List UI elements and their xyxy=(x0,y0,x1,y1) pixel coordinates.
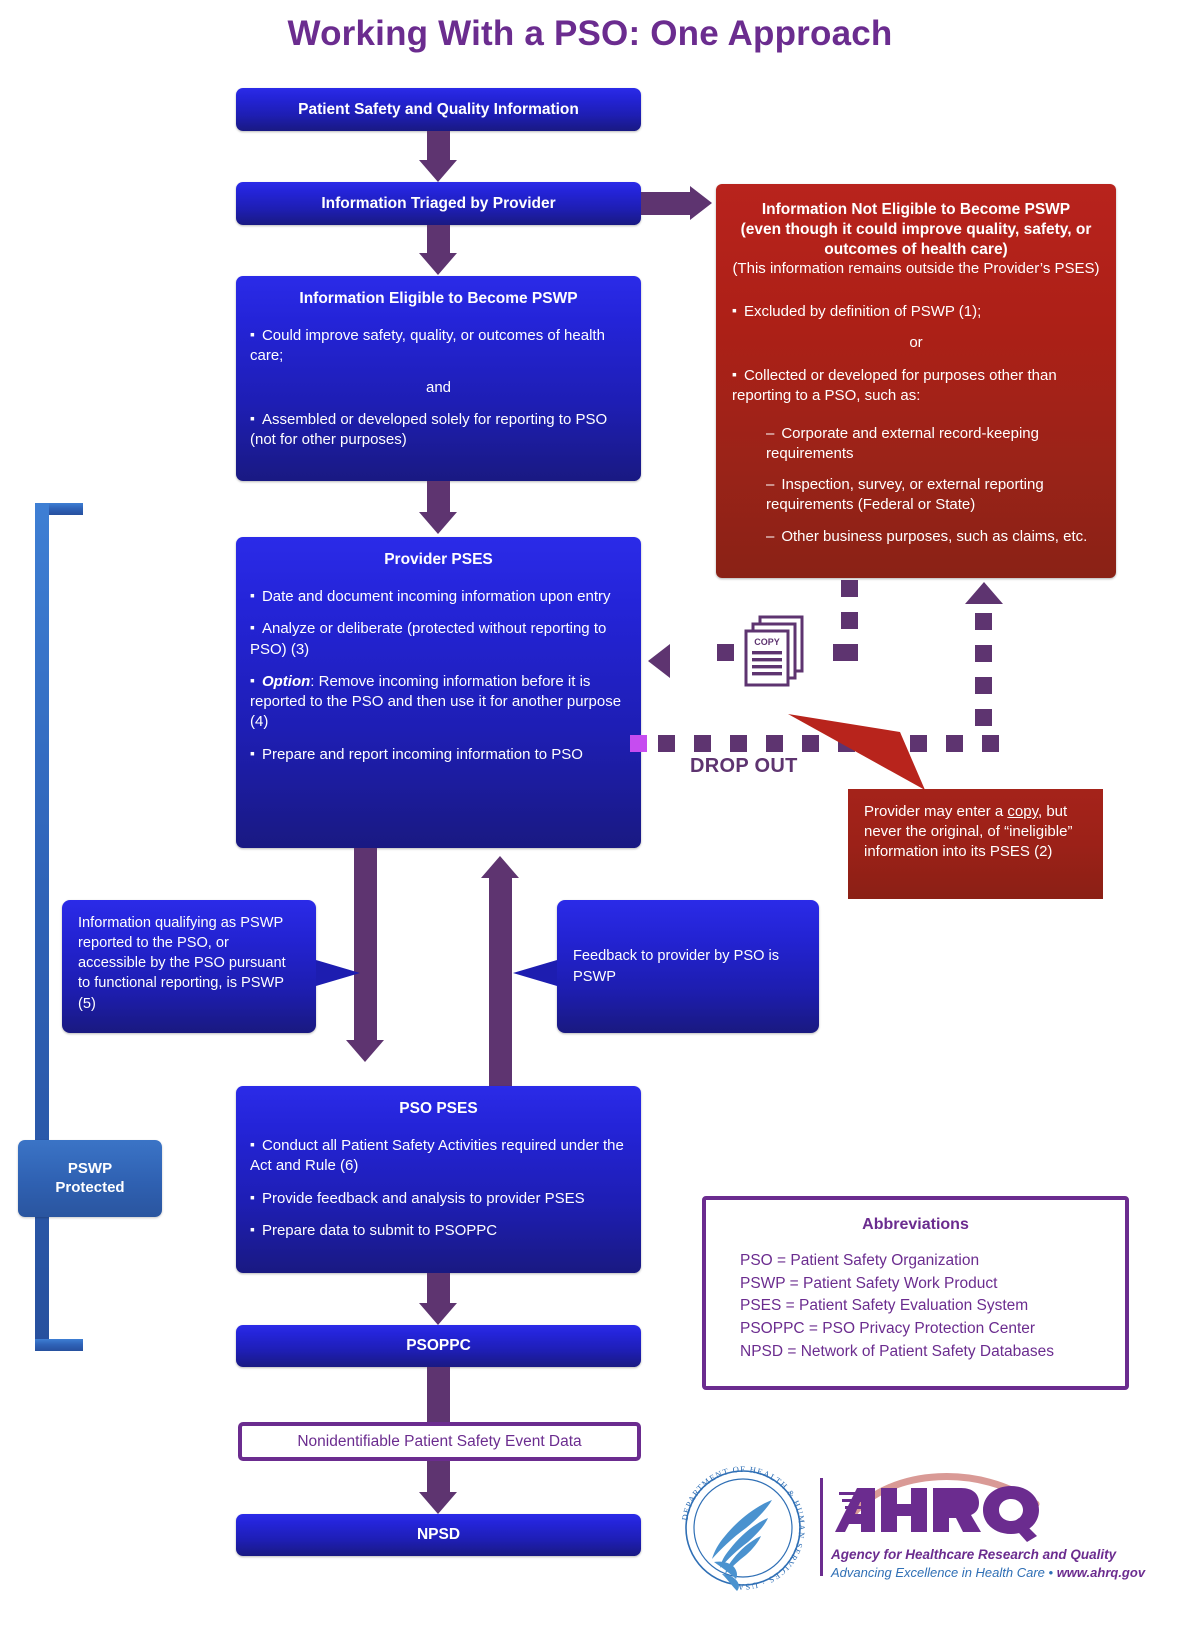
pso-pses-bullet-3: Prepare data to submit to PSOPPC xyxy=(250,1220,627,1241)
copy-path-dot-m2 xyxy=(841,612,858,629)
node-patient-safety-info-label: Patient Safety and Quality Information xyxy=(298,100,579,118)
eligible-conjunction: and xyxy=(425,378,452,396)
abbreviations-title: Abbreviations xyxy=(862,1216,969,1233)
connector-arrow-pso-to-provider xyxy=(481,856,519,878)
node-npsd-label: NPSD xyxy=(416,1526,461,1543)
connector-stem-provider-to-pso xyxy=(354,848,377,1042)
abbreviation-item: PSWP = Patient Safety Work Product xyxy=(740,1274,998,1292)
copy-path-arrow-left xyxy=(648,644,670,678)
connector-stem-1 xyxy=(427,131,450,163)
ahrq-tagline-1: Agency for Healthcare Research and Quali… xyxy=(831,1547,1117,1562)
connector-stem-2 xyxy=(427,225,450,256)
node-information-eligible[interactable]: Information Eligible to Become PSWP Coul… xyxy=(236,276,641,481)
ahrq-tagline-2: Advancing Excellence in Health Care • ww… xyxy=(831,1565,1145,1580)
pswp-protected-line2: Protected xyxy=(55,1178,125,1196)
hhs-logo: DEPARTMENT OF HEALTH & HUMAN SERVICES · … xyxy=(676,1462,811,1594)
ahrq-tagline-2-text: Advancing Excellence in Health Care xyxy=(831,1565,1045,1580)
copy-path-dot-v1 xyxy=(975,613,992,630)
abbreviations-box: Abbreviations PSO = Patient Safety Organ… xyxy=(702,1196,1129,1390)
ahrq-tagline-2-sep: • xyxy=(1044,1565,1057,1580)
provider-pses-bullet-3: Prepare and report incoming information … xyxy=(250,744,627,765)
connector-stem-to-not-eligible xyxy=(641,192,693,215)
ahrq-logo: Agency for Healthcare Research and Quali… xyxy=(831,1470,1145,1582)
svg-text:COPY: COPY xyxy=(754,637,780,647)
not-eligible-subheading: (This information remains outside the Pr… xyxy=(732,260,1100,278)
dropout-dot-0 xyxy=(630,735,647,752)
pswp-protected-label: PSWP Protected xyxy=(18,1140,162,1217)
node-provider-pses[interactable]: Provider PSES Date and document incoming… xyxy=(236,537,641,848)
not-eligible-bullet-1: Excluded by definition of PSWP (1); xyxy=(732,301,1100,322)
provider-pses-bullet-2: Analyze or deliberate (protected without… xyxy=(250,618,627,660)
node-nonidentifiable-data[interactable]: Nonidentifiable Patient Safety Event Dat… xyxy=(238,1422,641,1461)
pswp-protected-line1: PSWP xyxy=(67,1159,113,1177)
callout-feedback-tail xyxy=(513,960,557,986)
page-title: Working With a PSO: One Approach xyxy=(287,14,893,53)
provider-pses-option-label: Option xyxy=(261,672,311,690)
copy-path-dot-m1 xyxy=(841,580,858,597)
callout-feedback-text: Feedback to provider by PSO is PSWP xyxy=(573,948,780,985)
connector-arrow-nonid-to-npsd xyxy=(419,1492,457,1514)
callout-pswp-reported: Information qualifying as PSWP reported … xyxy=(62,900,316,1033)
ahrq-url[interactable]: www.ahrq.gov xyxy=(1057,1565,1145,1580)
dropout-dot-1 xyxy=(658,735,675,752)
node-pso-pses-title: PSO PSES xyxy=(399,1100,478,1117)
pso-pses-bullet-2: Provide feedback and analysis to provide… xyxy=(250,1188,627,1209)
connector-arrow-to-not-eligible xyxy=(690,186,712,220)
copy-note-callout: Provider may enter a copy, but never the… xyxy=(848,789,1103,899)
copy-path-dot-l1 xyxy=(717,644,734,661)
copy-note-pre: Provider may enter a xyxy=(864,803,1008,820)
connector-stem-psoppc-to-nonid xyxy=(427,1367,450,1423)
dropout-dot-3 xyxy=(730,735,747,752)
copy-path-arrow-up xyxy=(965,582,1003,604)
node-patient-safety-info[interactable]: Patient Safety and Quality Information xyxy=(236,88,641,131)
not-eligible-subitem-3: Other business purposes, such as claims,… xyxy=(766,527,1100,547)
abbreviation-item: PSOPPC = PSO Privacy Protection Center xyxy=(740,1319,1036,1337)
node-information-triaged-label: Information Triaged by Provider xyxy=(321,194,556,212)
connector-arrow-provider-to-pso xyxy=(346,1040,384,1062)
eligible-bullet-1: Could improve safety, quality, or outcom… xyxy=(250,325,627,367)
copy-note-underline: copy xyxy=(1007,803,1038,820)
callout-feedback: Feedback to provider by PSO is PSWP xyxy=(557,900,819,1033)
node-npsd[interactable]: NPSD xyxy=(236,1514,641,1556)
copy-note-pointer xyxy=(788,714,925,790)
node-psoppc-label: PSOPPC xyxy=(406,1337,471,1354)
dropout-dot-10 xyxy=(982,735,999,752)
connector-arrow-3 xyxy=(419,512,457,534)
pswp-bracket-bottom xyxy=(35,1339,83,1351)
not-eligible-heading-2: (even though it could improve quality, s… xyxy=(740,220,1092,258)
not-eligible-subitem-2: Inspection, survey, or external reportin… xyxy=(766,475,1100,515)
not-eligible-bullet-2: Collected or developed for purposes othe… xyxy=(732,365,1100,406)
node-provider-pses-title: Provider PSES xyxy=(384,551,493,568)
connector-stem-3 xyxy=(427,481,450,514)
not-eligible-conjunction: or xyxy=(909,334,923,352)
not-eligible-subitem-1: Corporate and external record-keeping re… xyxy=(766,424,1100,464)
ahrq-divider xyxy=(820,1478,823,1576)
abbreviation-item: PSO = Patient Safety Organization xyxy=(740,1252,980,1269)
provider-pses-bullet-option: Option: Remove incoming information befo… xyxy=(250,671,627,733)
callout-pswp-reported-tail xyxy=(316,960,360,986)
eligible-bullet-2: Assembled or developed solely for report… xyxy=(250,409,627,451)
pswp-bracket-stem xyxy=(35,503,49,1351)
node-information-not-eligible[interactable]: Information Not Eligible to Become PSWP … xyxy=(716,184,1116,578)
node-nonidentifiable-data-label: Nonidentifiable Patient Safety Event Dat… xyxy=(297,1432,582,1450)
copy-path-dot-l3 xyxy=(833,644,850,661)
connector-arrow-pso-to-psoppc xyxy=(419,1303,457,1325)
copy-path-dot-v2 xyxy=(975,645,992,662)
provider-pses-bullet-1: Date and document incoming information u… xyxy=(250,586,627,607)
node-pso-pses[interactable]: PSO PSES Conduct all Patient Safety Acti… xyxy=(236,1086,641,1273)
node-information-eligible-title: Information Eligible to Become PSWP xyxy=(299,290,578,307)
dropout-dot-2 xyxy=(694,735,711,752)
pso-pses-bullet-1: Conduct all Patient Safety Activities re… xyxy=(250,1135,627,1177)
not-eligible-heading-1: Information Not Eligible to Become PSWP xyxy=(761,201,1071,218)
node-psoppc[interactable]: PSOPPC xyxy=(236,1325,641,1367)
abbreviation-item: NPSD = Network of Patient Safety Databas… xyxy=(740,1342,1055,1360)
connector-arrow-2 xyxy=(419,253,457,275)
node-information-triaged[interactable]: Information Triaged by Provider xyxy=(236,182,641,225)
connector-stem-nonid-to-npsd xyxy=(427,1461,450,1495)
abbreviation-item: PSES = Patient Safety Evaluation System xyxy=(740,1297,1029,1315)
connector-stem-pso-to-provider xyxy=(489,878,512,1086)
connector-arrow-1 xyxy=(419,160,457,182)
callout-pswp-reported-text: Information qualifying as PSWP reported … xyxy=(78,915,286,1012)
connector-stem-pso-to-psoppc xyxy=(427,1273,450,1306)
